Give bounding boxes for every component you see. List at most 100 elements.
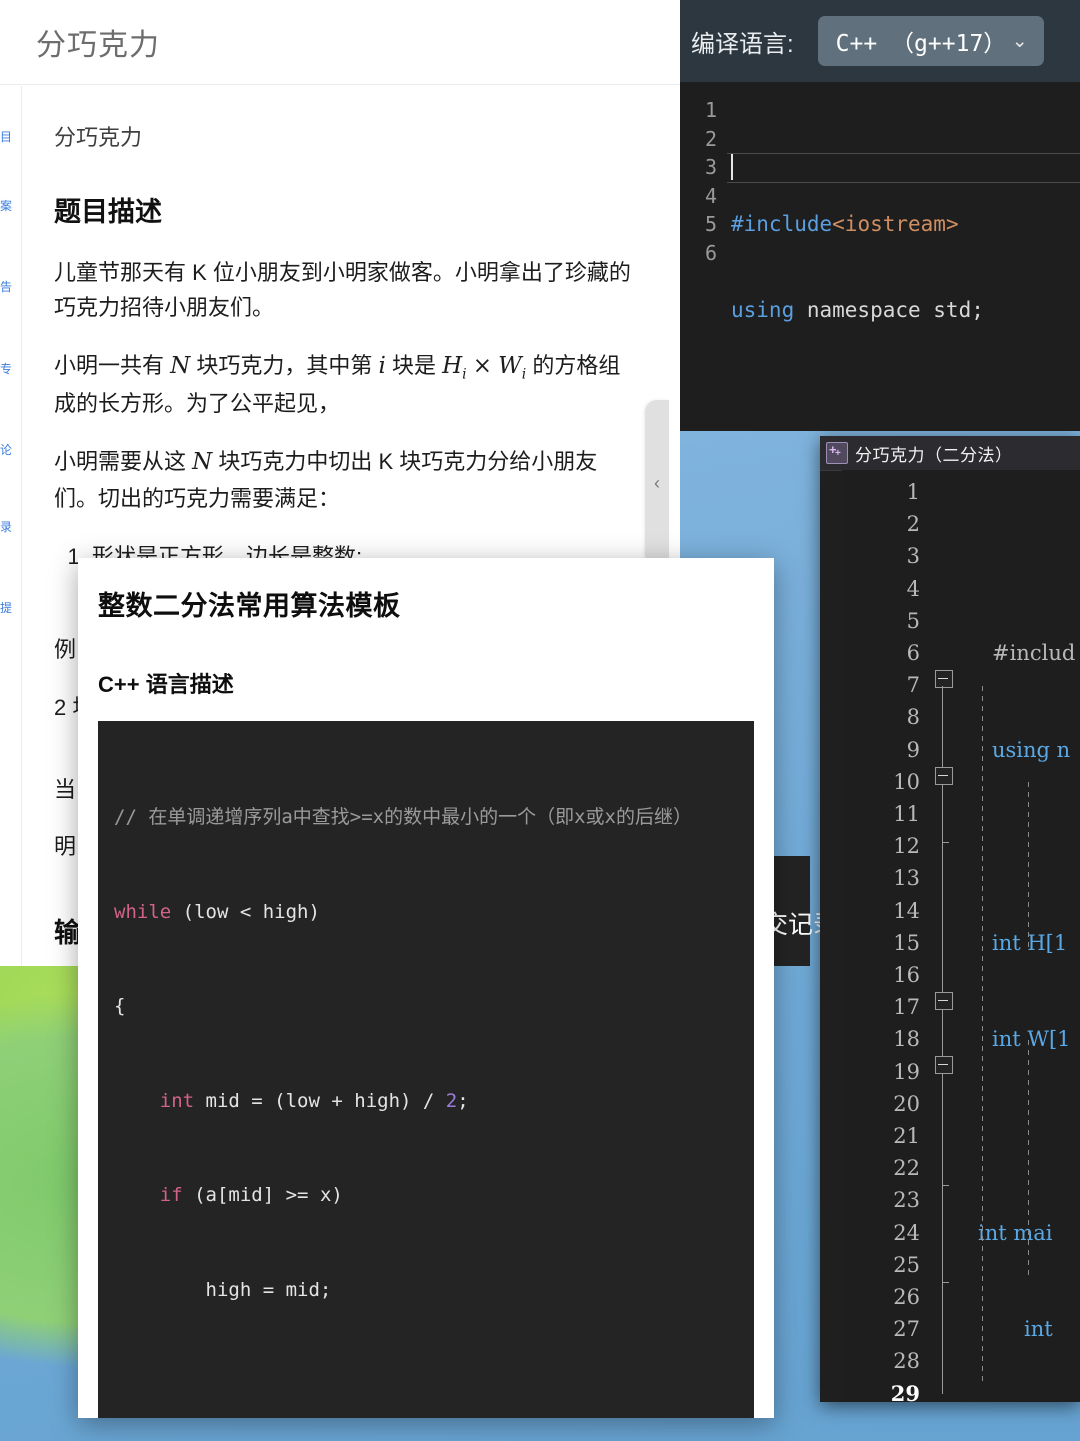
popup-subtitle: C++ 语言描述	[98, 667, 754, 699]
ide-line-number: 19	[842, 1056, 920, 1088]
ide-line-number: 4	[842, 573, 920, 605]
math-var-w: Wi	[498, 353, 526, 379]
ide-line-number: 2	[842, 508, 920, 540]
ide-window[interactable]: 分巧克力（二分法） 1 2 3 4 5 6 7 8 9 10 11 12 13 …	[820, 436, 1080, 1402]
rail-fragment[interactable]: 录	[0, 518, 20, 537]
page-title: 分巧克力	[36, 20, 160, 64]
side-rail-fragments[interactable]: 目 案 告 专 论 录 提	[0, 86, 20, 966]
rail-fragment[interactable]: 提	[0, 599, 20, 618]
text-caret	[731, 154, 733, 180]
editor-toolbar: 编译语言: C++ （g++17） ⌄	[665, 0, 1080, 82]
code-editor-area[interactable]: 1 2 3 4 5 6 #include<iostream> using nam…	[665, 82, 1080, 431]
ide-line-number: 13	[842, 862, 920, 894]
math-var-n: N	[170, 353, 190, 379]
fold-guide-tick	[942, 1185, 949, 1186]
ide-line-number: 21	[842, 1120, 920, 1152]
ide-line-number: 24	[842, 1217, 920, 1249]
ide-line-number: 10	[842, 766, 920, 798]
ide-line-number: 20	[842, 1088, 920, 1120]
code-line: {	[114, 991, 738, 1023]
editor-token-using: using	[731, 298, 794, 322]
ide-editor-body[interactable]: 1 2 3 4 5 6 7 8 9 10 11 12 13 14 15 16 1…	[842, 470, 1080, 1402]
code-block-successor: // 在单调递增序列a中查找>=x的数中最小的一个（即x或x的后继） while…	[98, 721, 754, 1418]
ide-line-number-current: 29	[842, 1378, 920, 1402]
ide-titlebar[interactable]: 分巧克力（二分法）	[820, 436, 1080, 471]
ide-line-number: 8	[842, 701, 920, 733]
editor-token-header: <iostream>	[832, 212, 958, 236]
fold-toggle-icon[interactable]	[935, 670, 953, 688]
keyword-if: if	[160, 1184, 183, 1206]
compile-language-select[interactable]: C++ （g++17） ⌄	[818, 16, 1044, 66]
active-line-highlight	[727, 153, 1080, 183]
ide-line-number: 1	[842, 476, 920, 508]
rail-fragment[interactable]: 告	[0, 278, 20, 297]
rail-fragment[interactable]: 目	[0, 128, 20, 147]
ide-line-number: 28	[842, 1345, 920, 1377]
fold-toggle-icon[interactable]	[935, 767, 953, 785]
ide-line-number: 25	[842, 1249, 920, 1281]
code-line: high = mid;	[114, 1275, 738, 1307]
ide-code-token: int mai	[978, 1221, 1053, 1245]
chevron-down-icon: ⌄	[1012, 30, 1028, 53]
math-times-icon: ×	[473, 353, 492, 379]
ide-window-title: 分巧克力（二分法）	[855, 441, 1013, 466]
problem-paragraph-1: 儿童节那天有 K 位小朋友到小明家做客。小明拿出了珍藏的巧克力招待小朋友们。	[54, 255, 640, 326]
editor-code-text[interactable]: #include<iostream> using namespace std; …	[731, 96, 1080, 431]
rail-fragment[interactable]: 论	[0, 441, 20, 460]
indent-guide	[1028, 782, 1029, 952]
section-heading-description: 题目描述	[54, 190, 640, 229]
ide-line-number-gutter: 1 2 3 4 5 6 7 8 9 10 11 12 13 14 15 16 1…	[842, 470, 926, 1402]
ide-fold-column[interactable]	[926, 470, 962, 1402]
ide-line-number: 23	[842, 1184, 920, 1216]
ide-code-line: int W[1	[962, 1023, 1080, 1055]
ide-code-line	[962, 830, 1080, 862]
page-header: 分巧克力	[0, 0, 680, 85]
ide-line-number: 11	[842, 798, 920, 830]
ide-code-text[interactable]: #includ using n int H[1 int W[1 int mai …	[962, 470, 1080, 1402]
ide-code-line: int H[1	[962, 927, 1080, 959]
code-line: int mid = (low + high) / 2;	[114, 1086, 738, 1118]
editor-code-line	[731, 381, 1080, 410]
keyword-while: while	[114, 901, 171, 923]
fold-toggle-icon[interactable]	[935, 1056, 953, 1074]
ide-line-number: 22	[842, 1152, 920, 1184]
indent-guide	[982, 686, 983, 1386]
ide-line-number: 14	[842, 895, 920, 927]
rail-fragment[interactable]: 案	[0, 197, 20, 216]
editor-token-include: #include	[731, 212, 832, 236]
number-literal: 2	[446, 1090, 457, 1112]
popup-title: 整数二分法常用算法模板	[98, 584, 754, 623]
math-var-n2: N	[192, 449, 212, 475]
ide-line-number: 6	[842, 637, 920, 669]
ide-line-number: 26	[842, 1281, 920, 1313]
fold-guide-tick	[942, 1282, 949, 1283]
fold-toggle-icon[interactable]	[935, 992, 953, 1010]
ide-line-number: 16	[842, 959, 920, 991]
ide-line-number: 17	[842, 991, 920, 1023]
rail-fragment[interactable]: 专	[0, 360, 20, 379]
ide-line-number: 3	[842, 540, 920, 572]
ide-line-number: 9	[842, 734, 920, 766]
ide-line-number: 27	[842, 1313, 920, 1345]
ide-code-line	[962, 1120, 1080, 1152]
fold-guide-line	[942, 1234, 943, 1394]
problem-paragraph-3: 小明需要从这 N 块巧克力中切出 K 块巧克力分给小朋友们。切出的巧克力需要满足…	[54, 444, 640, 517]
collapse-panel-chevron-icon[interactable]: ‹	[645, 400, 669, 566]
ide-code-line: int mai	[962, 1217, 1080, 1249]
hidden-text-4: 明	[54, 834, 76, 859]
ide-code-line: int	[962, 1313, 1080, 1345]
code-line	[114, 1369, 738, 1401]
problem-subtitle: 分巧克力	[54, 120, 640, 156]
editor-code-line: #include<iostream>	[731, 210, 1080, 239]
problem-paragraph-2: 小明一共有 N 块巧克力，其中第 i 块是 Hi × Wi 的方格组成的长方形。…	[54, 348, 640, 422]
hidden-text-3: 当	[54, 777, 76, 802]
code-line: while (low < high)	[114, 897, 738, 929]
math-var-i: i	[378, 353, 385, 379]
editor-code-line: using namespace std;	[731, 296, 1080, 325]
algorithm-template-popup[interactable]: 整数二分法常用算法模板 C++ 语言描述 // 在单调递增序列a中查找>=x的数…	[78, 558, 774, 1418]
online-code-editor-panel[interactable]: 编译语言: C++ （g++17） ⌄ 1 2 3 4 5 6 #include…	[665, 0, 1080, 431]
compile-language-label: 编译语言:	[691, 24, 794, 59]
cpp-file-icon	[826, 442, 848, 464]
ide-code-line: using n	[962, 734, 1080, 766]
ide-line-number: 5	[842, 605, 920, 637]
